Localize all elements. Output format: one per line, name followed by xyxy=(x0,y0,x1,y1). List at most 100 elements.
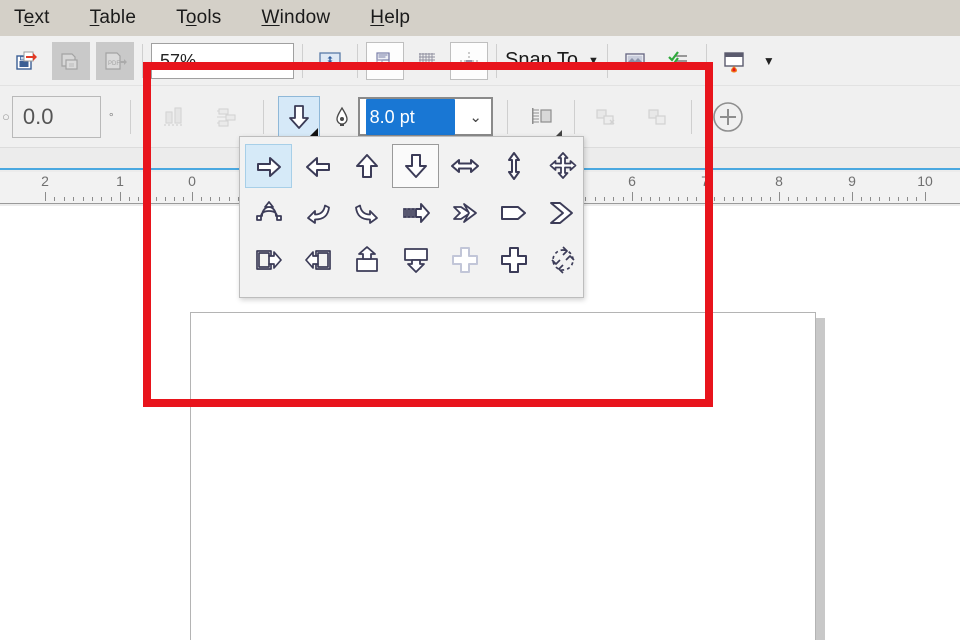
formatting-marks-icon xyxy=(373,49,397,73)
arrow-gallery-item-arrow-striped-right[interactable] xyxy=(392,191,439,235)
ruler-tick-minor xyxy=(806,197,808,201)
menu-item-window[interactable]: Window xyxy=(261,5,346,31)
master-page-icon xyxy=(721,48,747,74)
menu-item-tools[interactable]: Tools xyxy=(176,5,237,31)
ruler-tick-major xyxy=(632,192,633,201)
arrow-gallery-item-arrow-down[interactable] xyxy=(392,144,439,188)
arrow-gallery-item-arrow-left-right[interactable] xyxy=(441,144,488,188)
toolbar-separator-2 xyxy=(302,43,303,78)
toolbar2-separator-5 xyxy=(690,99,692,134)
line-width-value[interactable]: 8.0 pt xyxy=(365,98,455,135)
export-directly-button xyxy=(52,41,90,80)
ruler-tick-major xyxy=(705,192,706,201)
ruler-tick-minor xyxy=(888,197,890,201)
snap-to-dropdown[interactable]: Snap To ▼ xyxy=(505,49,599,72)
document-page[interactable] xyxy=(190,312,816,640)
ruler-tick-minor xyxy=(228,197,230,201)
arrow-left-icon xyxy=(303,151,333,181)
arrow-gallery-item-cross[interactable] xyxy=(490,238,537,282)
arrow-gallery-item-callout-left[interactable] xyxy=(294,238,341,282)
cross-light-icon xyxy=(450,245,480,275)
arrow-gallery-row xyxy=(244,190,579,237)
arrow-gallery-item-arrow-up-down[interactable] xyxy=(490,144,537,188)
arrow-gallery-item-arrow-pentagon[interactable] xyxy=(490,191,537,235)
arrow-gallery-item-callout-down[interactable] xyxy=(392,238,439,282)
insert-image-icon xyxy=(622,48,648,74)
ruler-tick-major xyxy=(779,192,780,201)
ruler-tick-minor xyxy=(861,197,863,201)
rotation-angle-field[interactable]: 0.0 xyxy=(11,95,101,138)
add-icon xyxy=(710,99,746,135)
menu-item-text[interactable]: Text xyxy=(14,5,66,31)
ruler-tick-minor xyxy=(870,197,872,201)
arrow-style-gallery[interactable] xyxy=(239,136,584,298)
arrow-gallery-row xyxy=(244,143,579,190)
ruler-label: 2 xyxy=(41,173,49,189)
arrow-gallery-item-arrow-chevron[interactable] xyxy=(539,191,586,235)
arrow-gallery-item-cross-light[interactable] xyxy=(441,238,488,282)
ruler-tick-major xyxy=(45,192,46,201)
menu-label-help-rest: elp xyxy=(384,7,411,28)
ruler-tick-minor xyxy=(906,197,908,201)
chevron-down-icon[interactable]: ⌄ xyxy=(263,52,293,70)
degree-unit-label: ° xyxy=(108,109,114,124)
helplines-button[interactable] xyxy=(450,41,488,80)
zoom-combobox[interactable]: 57% ⌄ xyxy=(151,42,294,79)
ruler-tick-minor xyxy=(613,197,615,201)
menu-item-help[interactable]: Help xyxy=(370,5,426,31)
ruler-tick-minor xyxy=(751,197,753,201)
spelling-button[interactable] xyxy=(660,42,698,80)
arrow-gallery-item-arrow-right[interactable] xyxy=(245,144,292,188)
text-wrap-button[interactable] xyxy=(522,97,562,137)
ruler-tick-minor xyxy=(824,197,826,201)
chevron-down-icon[interactable]: ▼ xyxy=(588,55,599,67)
ruler-tick-minor xyxy=(82,197,84,201)
ruler-tick-minor xyxy=(788,197,790,201)
menu-item-table[interactable]: Table xyxy=(90,5,152,31)
line-width-combobox[interactable]: 8.0 pt ⌄ xyxy=(357,97,493,136)
menu-label-text-rest: xt xyxy=(34,7,50,28)
chevron-down-icon[interactable]: ▼ xyxy=(763,54,775,68)
dropdown-triangle-icon[interactable] xyxy=(308,126,318,136)
arrow-gallery-item-arrow-corner-left[interactable] xyxy=(294,191,341,235)
ruler-tick-minor xyxy=(815,197,817,201)
cross-icon xyxy=(499,245,529,275)
arrow-gallery-item-arrow-bent-up[interactable] xyxy=(245,191,292,235)
ruler-tick-minor xyxy=(695,197,697,201)
arrow-gallery-item-circular-arrow[interactable] xyxy=(539,238,586,282)
arrow-up-down-icon xyxy=(499,151,529,181)
export-as-pdf-icon: PDF xyxy=(102,48,128,74)
ruler-tick-minor xyxy=(622,197,624,201)
ruler-tick-minor xyxy=(641,197,643,201)
arrow-gallery-item-arrow-left[interactable] xyxy=(294,144,341,188)
arrow-gallery-item-callout-up[interactable] xyxy=(343,238,390,282)
ruler-tick-minor xyxy=(91,197,93,201)
arrow-style-button[interactable] xyxy=(277,95,320,138)
ruler-tick-minor xyxy=(183,197,184,201)
ruler-tick-major xyxy=(192,192,193,201)
ruler-tick-minor xyxy=(165,197,166,201)
display-views-button[interactable] xyxy=(311,42,349,80)
master-page-button[interactable] xyxy=(715,42,753,80)
ruler-tick-minor xyxy=(156,197,157,201)
application-window: Text Table Tools Window Help PDF 57% ⌄ S… xyxy=(0,0,960,640)
align-objects-button xyxy=(155,98,193,136)
arrow-gallery-item-arrow-up[interactable] xyxy=(343,144,390,188)
ruler-tick-minor xyxy=(603,197,605,201)
arrow-gallery-item-arrow-quad[interactable] xyxy=(539,144,586,188)
ruler-tick-minor xyxy=(594,197,596,201)
arrow-gallery-item-arrow-notched-right[interactable] xyxy=(441,191,488,235)
zoom-value: 57% xyxy=(160,50,197,71)
text-wrap-icon xyxy=(529,104,555,130)
toolbar-separator-1 xyxy=(142,43,143,78)
insert-image-button[interactable] xyxy=(616,42,654,80)
formatting-marks-button[interactable] xyxy=(366,41,404,80)
arrow-gallery-item-arrow-corner-right[interactable] xyxy=(343,191,390,235)
arrow-left-right-icon xyxy=(450,151,480,181)
arrow-gallery-item-callout-right[interactable] xyxy=(245,238,292,282)
grid-button[interactable] xyxy=(408,42,446,80)
add-button[interactable] xyxy=(706,95,750,139)
save-button[interactable] xyxy=(8,42,46,80)
chevron-down-icon[interactable]: ⌄ xyxy=(461,108,491,126)
menu-bar: Text Table Tools Window Help xyxy=(0,0,960,36)
